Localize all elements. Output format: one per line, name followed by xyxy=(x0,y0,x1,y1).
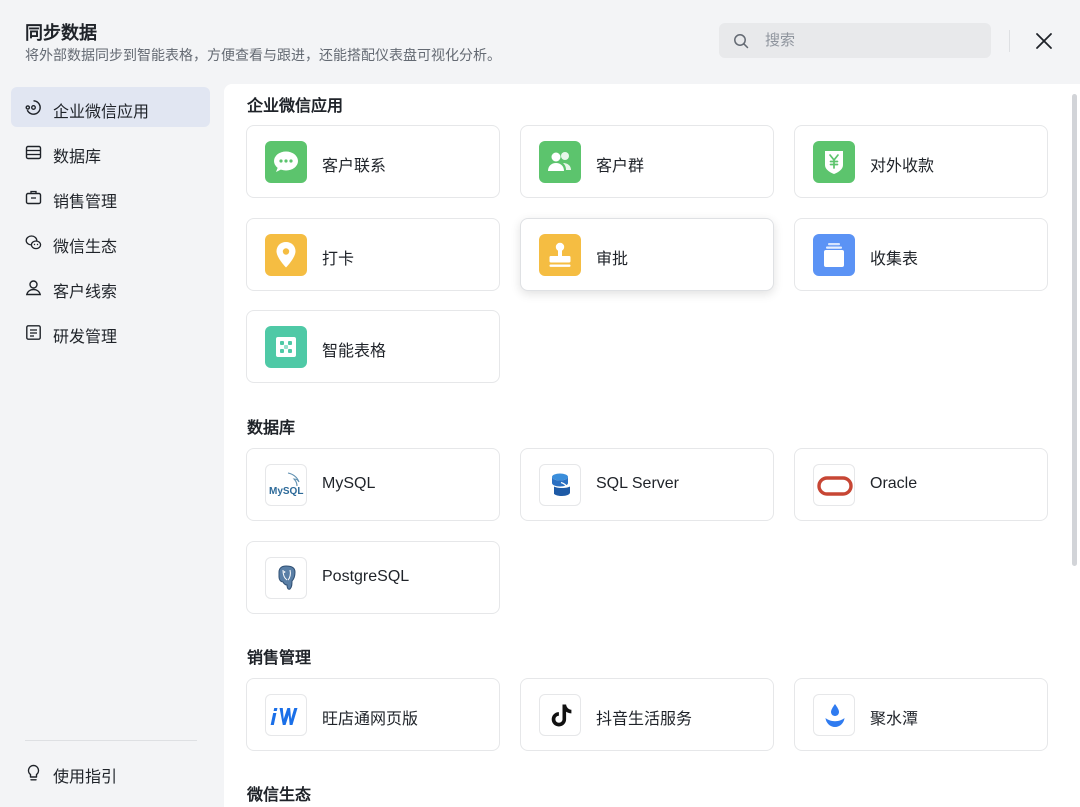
sidebar-item-sales[interactable]: 销售管理 xyxy=(11,177,210,217)
card-jushuitan[interactable]: 聚水潭 xyxy=(794,678,1048,751)
sidebar-item-wecom-apps[interactable]: 企业微信应用 xyxy=(11,87,210,127)
card-label: 客户联系 xyxy=(322,158,387,175)
card-label: 智能表格 xyxy=(322,343,387,360)
section-title-database: 数据库 xyxy=(247,420,296,437)
card-postgresql[interactable]: PostgreSQL xyxy=(246,541,500,614)
card-label: 审批 xyxy=(596,251,629,268)
mysql-logo: MySQL xyxy=(269,472,303,497)
scrollbar[interactable] xyxy=(1072,94,1077,566)
sidebar-item-label: 企业微信应用 xyxy=(53,104,150,121)
header-divider xyxy=(1009,30,1010,52)
card-douyin-life-service[interactable]: 抖音生活服务 xyxy=(520,678,774,751)
group-icon xyxy=(548,152,571,171)
section-title-sales: 销售管理 xyxy=(247,650,312,667)
card-customer-contact[interactable]: 客户联系 xyxy=(246,125,500,198)
card-label: 客户群 xyxy=(596,158,645,175)
douyin-logo xyxy=(551,704,572,727)
sidebar-item-database[interactable]: 数据库 xyxy=(11,132,210,172)
close-button[interactable] xyxy=(1033,30,1055,52)
stamp-icon xyxy=(549,242,571,267)
card-label: MySQL xyxy=(322,475,376,492)
card-oracle[interactable]: Oracle xyxy=(794,448,1048,521)
oracle-logo xyxy=(817,476,853,496)
card-checkin[interactable]: 打卡 xyxy=(246,218,500,291)
sidebar-item-label: 微信生态 xyxy=(53,239,118,256)
card-label: 抖音生活服务 xyxy=(596,711,693,728)
briefcase-icon xyxy=(25,190,42,205)
sidebar-divider xyxy=(25,740,197,741)
card-label: 收集表 xyxy=(870,251,919,268)
svg-text:MySQL: MySQL xyxy=(269,486,303,497)
yuan-shield-icon xyxy=(825,151,843,174)
card-label: 对外收款 xyxy=(870,158,935,175)
wecom-app-icon xyxy=(25,100,41,115)
close-icon xyxy=(1036,33,1052,49)
dialog-header: 同步数据 将外部数据同步到智能表格，方便查看与跟进，还能搭配仪表盘可视化分析。 xyxy=(0,0,1080,84)
card-label: PostgreSQL xyxy=(322,568,410,585)
card-wangdiantong[interactable]: 旺店通网页版 xyxy=(246,678,500,751)
user-icon xyxy=(25,280,42,296)
jushuitan-logo xyxy=(825,704,845,727)
card-collection-form[interactable]: 收集表 xyxy=(794,218,1048,291)
search-box[interactable] xyxy=(719,23,991,58)
card-smart-sheet[interactable]: 智能表格 xyxy=(246,310,500,383)
database-icon xyxy=(25,145,42,160)
location-pin-icon xyxy=(276,242,296,268)
sql-server-logo xyxy=(552,473,570,496)
sidebar: 企业微信应用 数据库 销售管理 微信生态 客户线索 研发管理 使用指引 xyxy=(0,84,222,807)
lightbulb-icon xyxy=(27,764,40,781)
smart-sheet-icon xyxy=(276,337,296,357)
sidebar-item-wechat[interactable]: 微信生态 xyxy=(11,222,210,262)
sidebar-item-leads[interactable]: 客户线索 xyxy=(11,267,210,307)
card-sql-server[interactable]: SQL Server xyxy=(520,448,774,521)
section-title-wecom: 企业微信应用 xyxy=(247,98,344,115)
content-panel: 企业微信应用 客户联系 客户群 对外收款 打卡 审批 收集表 智能表格 数据库 … xyxy=(224,84,1080,807)
form-icon xyxy=(824,243,844,267)
postgresql-logo xyxy=(278,565,296,590)
card-label: Oracle xyxy=(870,475,918,492)
search-input[interactable] xyxy=(765,23,975,58)
guide-link[interactable]: 使用指引 xyxy=(11,753,210,793)
guide-label: 使用指引 xyxy=(53,769,118,786)
card-label: 打卡 xyxy=(322,251,355,268)
dialog-title: 同步数据 xyxy=(25,23,97,43)
chat-bubble-icon xyxy=(274,151,298,172)
section-title-wechat: 微信生态 xyxy=(247,787,312,804)
card-mysql[interactable]: MySQL MySQL xyxy=(246,448,500,521)
card-label: 旺店通网页版 xyxy=(322,711,419,728)
search-icon xyxy=(734,34,749,49)
card-label: SQL Server xyxy=(596,475,679,492)
sidebar-item-rnd[interactable]: 研发管理 xyxy=(11,312,210,352)
card-label: 聚水潭 xyxy=(870,711,919,728)
wangdiantong-logo xyxy=(270,708,298,725)
document-list-icon xyxy=(26,325,41,340)
dialog-subtitle: 将外部数据同步到智能表格，方便查看与跟进，还能搭配仪表盘可视化分析。 xyxy=(25,47,501,63)
card-customer-group[interactable]: 客户群 xyxy=(520,125,774,198)
sidebar-item-label: 客户线索 xyxy=(53,284,118,301)
wechat-icon xyxy=(25,235,42,250)
sidebar-item-label: 研发管理 xyxy=(53,329,118,346)
sidebar-item-label: 销售管理 xyxy=(53,194,118,211)
sidebar-item-label: 数据库 xyxy=(53,149,102,166)
card-approval[interactable]: 审批 xyxy=(520,218,774,291)
card-external-payment[interactable]: 对外收款 xyxy=(794,125,1048,198)
